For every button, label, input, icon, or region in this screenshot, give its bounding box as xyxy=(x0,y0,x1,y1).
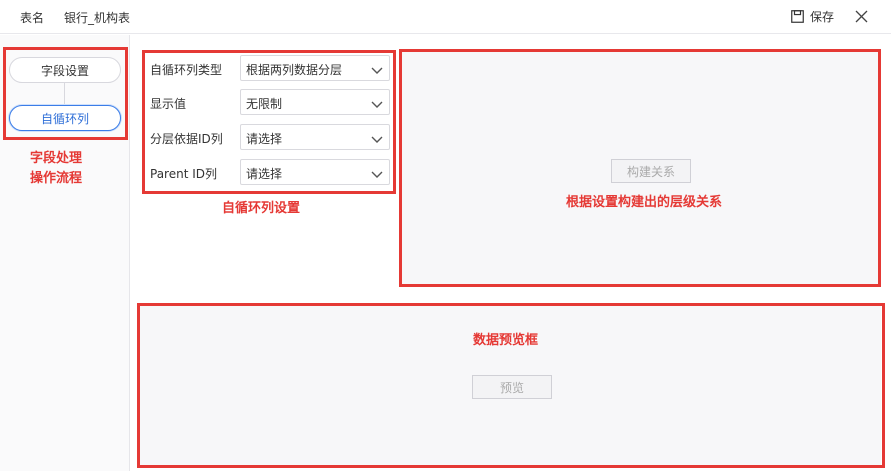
annotation-hierarchy: 根据设置构建出的层级关系 xyxy=(566,195,723,210)
display-value-value: 无限制 xyxy=(246,97,283,111)
display-value-select[interactable]: 无限制 xyxy=(240,89,390,115)
process-sidebar: 字段设置 自循环列 xyxy=(0,35,130,471)
display-value-label: 显示值 xyxy=(150,97,187,111)
layer-id-select[interactable]: 请选择 xyxy=(240,124,390,150)
parent-id-value: 请选择 xyxy=(246,167,283,181)
loop-type-row: 自循环列类型 根据两列数据分层 xyxy=(150,55,390,81)
step-field-settings[interactable]: 字段设置 xyxy=(9,57,121,83)
step-self-loop[interactable]: 自循环列 xyxy=(9,105,121,131)
save-label: 保存 xyxy=(810,10,835,24)
loop-type-value: 根据两列数据分层 xyxy=(246,63,343,77)
layer-id-label: 分层依据ID列 xyxy=(150,132,223,146)
close-icon[interactable] xyxy=(855,10,868,26)
table-name-label: 表名 xyxy=(20,11,45,25)
chevron-down-icon xyxy=(371,98,383,112)
parent-id-row: Parent ID列 请选择 xyxy=(150,159,390,185)
annotation-loop-settings: 自循环列设置 xyxy=(222,201,301,216)
chevron-down-icon xyxy=(371,168,383,182)
annotation-process-line2: 操作流程 xyxy=(30,171,83,186)
top-bar: 表名 银行_机构表 保存 xyxy=(0,0,891,34)
layer-id-value: 请选择 xyxy=(246,132,283,146)
loop-type-select[interactable]: 根据两列数据分层 xyxy=(240,55,390,81)
display-value-row: 显示值 无限制 xyxy=(150,89,390,115)
annotation-process-line1: 字段处理 xyxy=(30,151,83,166)
save-icon xyxy=(791,10,804,23)
parent-id-select[interactable]: 请选择 xyxy=(240,159,390,185)
save-button[interactable]: 保存 xyxy=(791,8,834,25)
annotation-preview-box: 数据预览框 xyxy=(473,333,539,348)
table-name-value: 银行_机构表 xyxy=(64,11,131,25)
parent-id-label: Parent ID列 xyxy=(150,167,218,181)
build-relation-button[interactable]: 构建关系 xyxy=(611,159,691,183)
preview-button[interactable]: 预览 xyxy=(472,375,552,399)
chevron-down-icon xyxy=(371,64,383,78)
chevron-down-icon xyxy=(371,133,383,147)
layer-id-row: 分层依据ID列 请选择 xyxy=(150,124,390,150)
loop-type-label: 自循环列类型 xyxy=(150,63,223,77)
step-connector xyxy=(64,83,65,105)
